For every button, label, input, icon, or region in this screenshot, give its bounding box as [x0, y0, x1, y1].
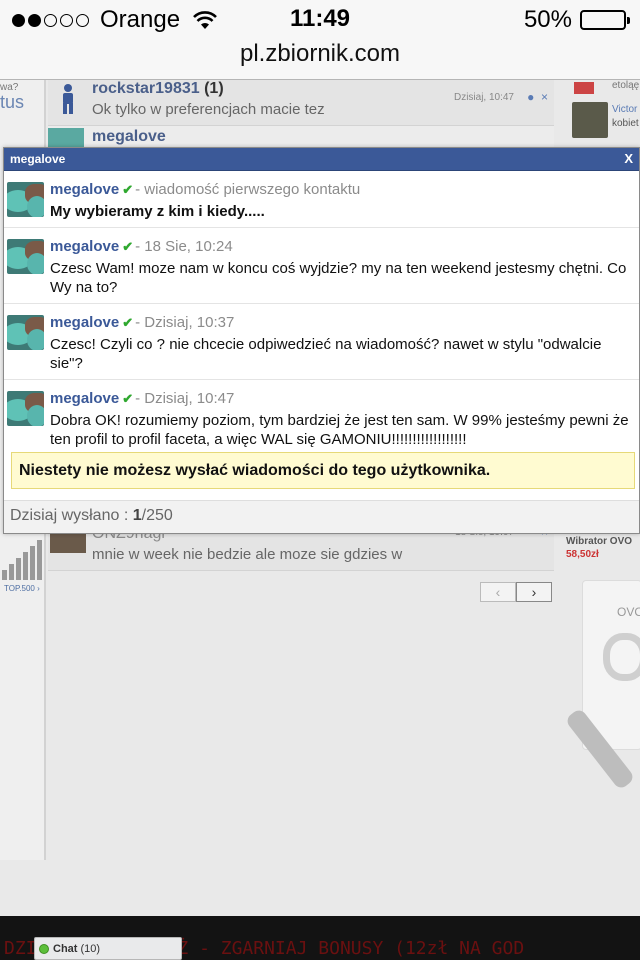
- message-dialog: megalove X megalove ✔ - wiadomość pierwsze…: [3, 147, 640, 534]
- message-item: megalove ✔ - Dzisiaj, 10:47 Dobra OK! rozu…: [4, 380, 639, 455]
- message-meta: - 18 Sie, 10:24: [135, 238, 233, 255]
- next-page-button[interactable]: ›: [516, 582, 552, 602]
- avatar[interactable]: [7, 315, 44, 350]
- sender-name[interactable]: megalove: [50, 390, 119, 407]
- product-price: 58,50zł: [566, 549, 599, 560]
- url-bar[interactable]: pl.zbiornik.com: [0, 40, 640, 80]
- flag-icon: [574, 82, 594, 94]
- close-button[interactable]: X: [624, 148, 633, 170]
- cannot-send-notice: Niestety nie możesz wysłać wiadomości do…: [11, 452, 635, 489]
- product-name[interactable]: Wibrator OVO: [566, 536, 640, 547]
- chat-count: (10): [80, 942, 101, 955]
- person-icon: [63, 84, 73, 114]
- message-text: Czesc! Czyli co ? nie chcecie odpiwedzie…: [50, 336, 602, 372]
- sidebar-text: kobiet: [612, 118, 639, 129]
- battery-icon: [580, 10, 630, 30]
- battery-percent: 50%: [523, 6, 572, 33]
- verified-check-icon: ✔: [122, 315, 134, 330]
- avatar[interactable]: [7, 239, 44, 274]
- prev-page-button[interactable]: ‹: [480, 582, 516, 602]
- message-item: megalove ✔ - 18 Sie, 10:24 Czesc Wam! moze…: [4, 228, 639, 304]
- conversation-name[interactable]: megalove: [92, 128, 166, 146]
- sender-name[interactable]: megalove: [50, 181, 119, 198]
- message-meta: - Dzisiaj, 10:47: [135, 390, 235, 407]
- sent-counter-label: Dzisiaj wysłano :: [10, 507, 129, 524]
- ring-icon: [603, 633, 640, 681]
- status-bar: Orange 11:49 50%: [0, 0, 640, 40]
- product-ad[interactable]: Wibrator OVO 58,50zł OVO: [564, 536, 640, 791]
- chat-button[interactable]: Chat (10): [34, 937, 182, 960]
- conversation-preview: mnie w week nie bedzie ale moze sie gdzi…: [92, 546, 403, 563]
- message-text: Dobra OK! rozumiemy poziom, tym bardziej…: [50, 412, 629, 448]
- avatar[interactable]: [7, 391, 44, 426]
- conversation-name[interactable]: rockstar19831 (1): [92, 80, 224, 98]
- sent-limit: /250: [141, 507, 173, 524]
- sent-count: 1: [132, 507, 142, 524]
- message-text: Czesc Wam! moze nam w koncu coś wyjdzie?…: [50, 260, 627, 296]
- sidebar-text: etoląę: [612, 80, 640, 91]
- avatar[interactable]: [572, 102, 608, 138]
- dialog-title: megalove: [10, 152, 66, 166]
- verified-check-icon: ✔: [122, 182, 134, 197]
- avatar[interactable]: [7, 182, 44, 217]
- pagination: ‹ ›: [480, 582, 552, 602]
- product-label: OVO: [617, 605, 640, 619]
- message-item: megalove ✔ - wiadomość pierwszego kontaktu…: [4, 171, 639, 228]
- right-sidebar-users: etoląę Victor kobiet: [568, 80, 640, 140]
- sidebar-user-link[interactable]: Victor: [612, 104, 637, 115]
- message-meta: - Dzisiaj, 10:37: [135, 314, 235, 331]
- chat-label[interactable]: Chat: [53, 943, 77, 955]
- message-text: My wybieramy z kim i kiedy.....: [50, 203, 265, 220]
- conversation-date: Dzisiaj, 10:47: [453, 92, 514, 103]
- message-item: megalove ✔ - Dzisiaj, 10:37 Czesc! Czyli c…: [4, 304, 639, 380]
- sender-name[interactable]: megalove: [50, 238, 119, 255]
- sender-name[interactable]: megalove: [50, 314, 119, 331]
- url-text[interactable]: pl.zbiornik.com: [240, 40, 400, 67]
- battery-status: 50%: [523, 6, 630, 34]
- online-dot-icon: [39, 943, 49, 954]
- left-status-link[interactable]: tus: [0, 92, 24, 113]
- verified-check-icon: ✔: [122, 239, 134, 254]
- unread-dot-icon: ● ×: [527, 90, 548, 104]
- sent-counter: Dzisiaj wysłano : 1/250: [4, 500, 639, 533]
- conversation-row[interactable]: rockstar19831 (1) Ok tylko w preferencja…: [48, 80, 554, 126]
- ranking-bars-icon: [2, 540, 42, 580]
- conversation-preview: Ok tylko w preferencjach macie tez: [92, 101, 325, 118]
- message-meta: - wiadomość pierwszego kontaktu: [135, 181, 361, 198]
- dialog-header: megalove X: [4, 148, 639, 171]
- verified-check-icon: ✔: [122, 391, 134, 406]
- top500-link[interactable]: TOP.500 ›: [4, 584, 40, 593]
